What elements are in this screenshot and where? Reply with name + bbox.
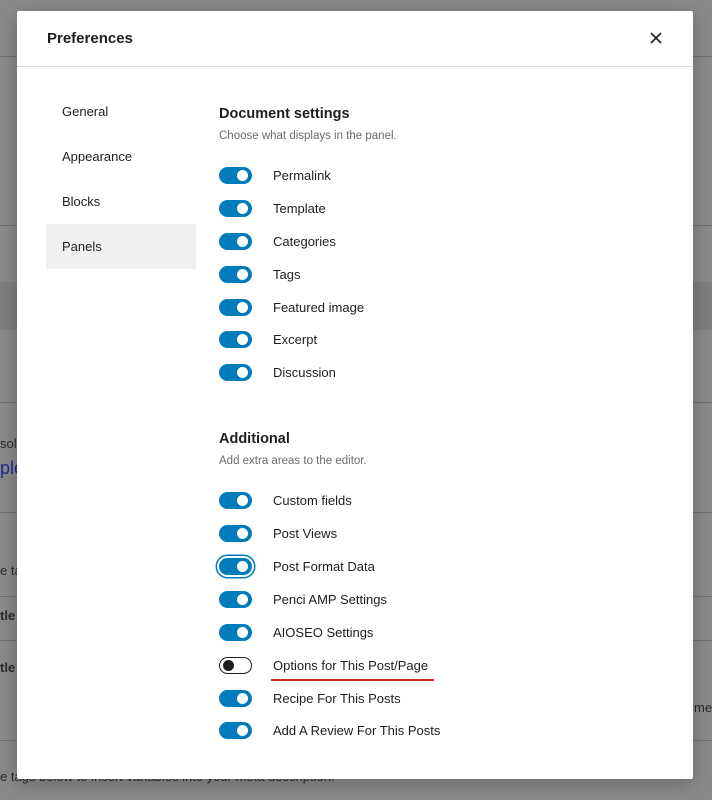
option-label: Add A Review For This Posts bbox=[273, 723, 441, 739]
toggle-knob bbox=[237, 367, 248, 379]
toggle-categories[interactable] bbox=[219, 232, 252, 250]
option-options-for-this-post-page: Options for This Post/Page bbox=[219, 649, 659, 682]
toggle-recipe-for-this-posts[interactable] bbox=[219, 689, 252, 707]
additional-options-list: Custom fields Post Views Post Format Data P… bbox=[219, 484, 659, 747]
option-tags: Tags bbox=[219, 258, 659, 291]
nav-item-label: General bbox=[62, 104, 109, 119]
preferences-nav: General Appearance Blocks Panels bbox=[46, 89, 196, 269]
option-custom-fields: Custom fields bbox=[219, 484, 659, 517]
toggle-knob bbox=[237, 268, 248, 280]
toggle-permalink[interactable] bbox=[219, 166, 252, 184]
option-template: Template bbox=[219, 192, 659, 225]
toggle-knob bbox=[237, 169, 248, 181]
toggle-knob bbox=[237, 692, 248, 704]
toggle-knob bbox=[237, 235, 248, 247]
document-settings-section: Document settings Choose what displays i… bbox=[219, 104, 659, 389]
nav-item-label: Blocks bbox=[62, 194, 101, 209]
bg-text: me bbox=[694, 700, 712, 715]
option-label: Discussion bbox=[273, 365, 336, 381]
toggle-knob bbox=[237, 593, 248, 605]
option-permalink: Permalink bbox=[219, 159, 659, 192]
option-featured-image: Featured image bbox=[219, 291, 659, 324]
nav-item-panels[interactable]: Panels bbox=[46, 224, 196, 269]
option-label: Post Views bbox=[273, 526, 338, 542]
modal-header: Preferences bbox=[17, 11, 693, 67]
nav-item-label: Appearance bbox=[62, 149, 133, 164]
option-post-views: Post Views bbox=[219, 517, 659, 550]
preferences-modal: Preferences General Appearance Blocks Pa… bbox=[17, 11, 693, 779]
option-excerpt: Excerpt bbox=[219, 323, 659, 356]
option-add-a-review-for-this-posts: Add A Review For This Posts bbox=[219, 714, 659, 747]
nav-item-label: Panels bbox=[62, 239, 102, 254]
toggle-knob bbox=[237, 560, 248, 572]
panels-content: Document settings Choose what displays i… bbox=[219, 104, 659, 747]
option-label: Template bbox=[273, 200, 326, 216]
close-icon bbox=[650, 31, 662, 49]
nav-item-general[interactable]: General bbox=[46, 89, 196, 134]
toggle-knob bbox=[237, 725, 248, 737]
nav-item-blocks[interactable]: Blocks bbox=[46, 179, 196, 224]
option-label: Categories bbox=[273, 233, 336, 249]
modal-title: Preferences bbox=[47, 30, 133, 47]
option-label: Excerpt bbox=[273, 332, 318, 348]
option-discussion: Discussion bbox=[219, 356, 659, 389]
option-label: Tags bbox=[273, 266, 301, 282]
toggle-knob bbox=[237, 495, 248, 507]
toggle-add-a-review-for-this-posts[interactable] bbox=[219, 722, 252, 740]
option-label: Post Format Data bbox=[273, 558, 375, 574]
toggle-aioseo-settings[interactable] bbox=[219, 623, 252, 641]
highlight-underline bbox=[271, 678, 435, 681]
option-label: Permalink bbox=[273, 167, 331, 183]
bg-text: tle bbox=[0, 660, 16, 675]
option-post-format-data: Post Format Data bbox=[219, 550, 659, 583]
toggle-knob bbox=[237, 334, 248, 346]
toggle-knob bbox=[237, 626, 248, 638]
additional-section: Additional Add extra areas to the editor… bbox=[219, 429, 659, 747]
toggle-options-for-this-post-page[interactable] bbox=[219, 656, 252, 674]
toggle-custom-fields[interactable] bbox=[219, 492, 252, 510]
toggle-post-format-data[interactable] bbox=[219, 557, 252, 575]
option-label: Options for This Post/Page bbox=[271, 657, 435, 681]
toggle-featured-image[interactable] bbox=[219, 298, 252, 316]
toggle-penci-amp-settings[interactable] bbox=[219, 590, 252, 608]
close-button[interactable] bbox=[645, 29, 667, 51]
toggle-knob bbox=[223, 659, 234, 671]
option-label: Custom fields bbox=[273, 493, 352, 509]
option-label: AIOSEO Settings bbox=[273, 624, 374, 640]
section-description: Choose what displays in the panel. bbox=[219, 130, 397, 142]
option-categories: Categories bbox=[219, 225, 659, 258]
option-recipe-for-this-posts: Recipe For This Posts bbox=[219, 682, 659, 715]
document-options-list: Permalink Template Categories Tags Featured … bbox=[219, 159, 659, 389]
section-description: Add extra areas to the editor. bbox=[219, 455, 367, 468]
toggle-knob bbox=[237, 202, 248, 214]
toggle-tags[interactable] bbox=[219, 265, 252, 283]
bg-text: tle bbox=[0, 608, 16, 623]
nav-item-appearance[interactable]: Appearance bbox=[46, 134, 196, 179]
toggle-excerpt[interactable] bbox=[219, 331, 252, 349]
option-label-text: Options for This Post/Page bbox=[273, 657, 429, 673]
section-title: Document settings bbox=[219, 106, 350, 122]
option-label: Recipe For This Posts bbox=[273, 690, 401, 706]
toggle-post-views[interactable] bbox=[219, 525, 252, 543]
toggle-discussion[interactable] bbox=[219, 364, 252, 382]
toggle-knob bbox=[237, 301, 248, 313]
option-aioseo-settings: AIOSEO Settings bbox=[219, 616, 659, 649]
bg-text: sol bbox=[0, 436, 17, 451]
option-penci-amp-settings: Penci AMP Settings bbox=[219, 583, 659, 616]
option-label: Featured image bbox=[273, 299, 365, 315]
section-title: Additional bbox=[219, 431, 290, 448]
toggle-template[interactable] bbox=[219, 199, 252, 217]
toggle-knob bbox=[237, 528, 248, 540]
option-label: Penci AMP Settings bbox=[273, 591, 387, 607]
